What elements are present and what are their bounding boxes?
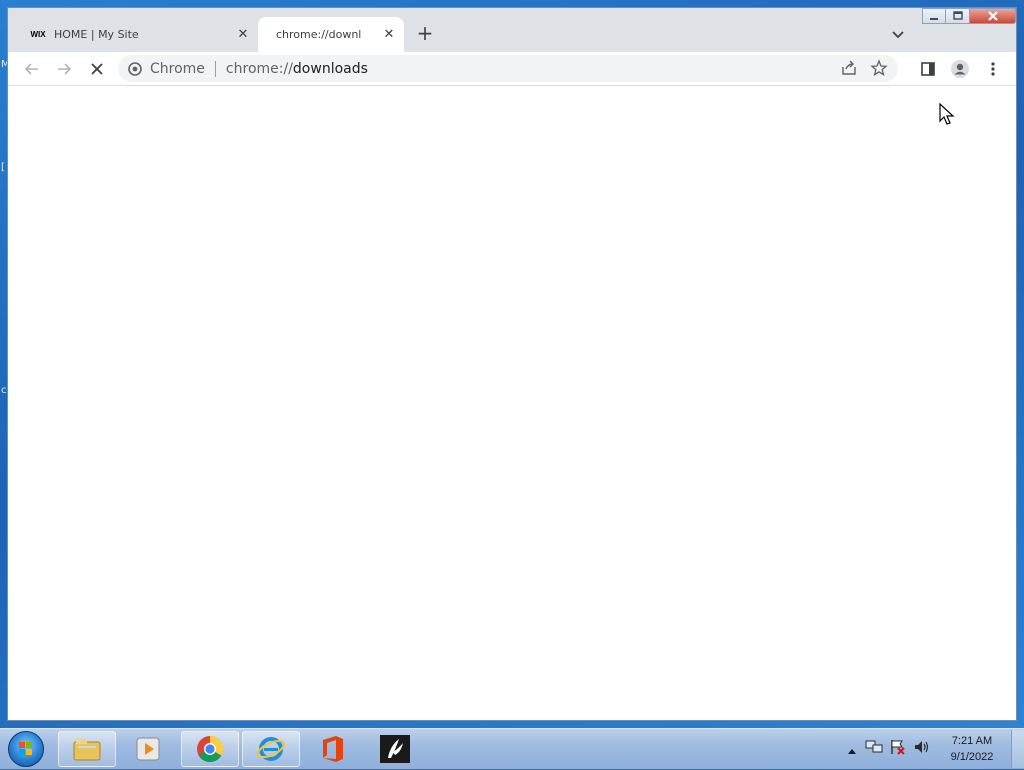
- windows-explorer-taskbar-icon[interactable]: [58, 731, 116, 767]
- windows-taskbar: 7:21 AM 9/1/2022: [0, 728, 1024, 769]
- start-button-orb[interactable]: [8, 731, 44, 767]
- back-arrow-icon[interactable]: [22, 59, 42, 79]
- browser-toolbar: Chrome chrome://downloads: [8, 52, 1016, 86]
- omnibox-divider: [214, 60, 216, 77]
- show-hidden-icons-chevron-icon[interactable]: [847, 740, 857, 759]
- mouse-cursor-icon: [939, 102, 955, 131]
- browser-window: WIX HOME | My Site ✕ chrome://downl ✕ +: [7, 7, 1017, 721]
- url-text: chrome://downloads: [226, 61, 368, 77]
- taskbar-clock[interactable]: 7:21 AM 9/1/2022: [937, 733, 1007, 765]
- google-chrome-taskbar-icon[interactable]: [181, 731, 239, 767]
- show-desktop-button[interactable]: [1011, 730, 1024, 768]
- url-path: downloads: [292, 60, 368, 77]
- network-icon[interactable]: [865, 739, 883, 759]
- tab-search-chevron-icon[interactable]: [888, 24, 908, 44]
- tab-title: HOME | My Site: [54, 28, 139, 41]
- restore-button[interactable]: [946, 8, 970, 24]
- chrome-logo-icon: [128, 61, 142, 76]
- chip-label: Chrome: [150, 60, 205, 77]
- forward-arrow-icon[interactable]: [54, 59, 74, 79]
- close-tab-icon[interactable]: ✕: [234, 26, 252, 44]
- microsoft-office-taskbar-icon[interactable]: [304, 731, 362, 767]
- pinned-app-taskbar-icon[interactable]: [366, 731, 424, 767]
- new-tab-button[interactable]: +: [413, 22, 437, 46]
- tab-strip: WIX HOME | My Site ✕ chrome://downl ✕ +: [8, 8, 1016, 52]
- close-tab-icon[interactable]: ✕: [380, 26, 398, 44]
- side-panel-icon[interactable]: [918, 59, 938, 79]
- share-icon[interactable]: [840, 59, 858, 81]
- stop-x-icon[interactable]: [87, 59, 107, 79]
- window-controls: [922, 8, 1016, 26]
- action-center-flag-icon[interactable]: [889, 739, 907, 759]
- chrome-menu-kebab-icon[interactable]: [983, 59, 1003, 79]
- url-host: chrome://: [225, 60, 293, 77]
- clock-time: 7:21 AM: [951, 735, 993, 747]
- bookmark-star-icon[interactable]: [870, 59, 888, 81]
- minimize-button[interactable]: [922, 8, 946, 24]
- tab-downloads[interactable]: chrome://downl ✕: [258, 17, 404, 52]
- wix-favicon-icon: WIX: [30, 30, 46, 39]
- profile-avatar-icon[interactable]: [950, 59, 970, 79]
- internet-explorer-taskbar-icon[interactable]: [242, 731, 300, 767]
- tab-title: chrome://downl: [276, 28, 362, 41]
- chrome-security-chip[interactable]: Chrome: [128, 61, 205, 77]
- desktop-edge-label: c: [1, 385, 7, 396]
- clock-date: 9/1/2022: [950, 751, 994, 763]
- window-close-button[interactable]: [970, 8, 1016, 24]
- media-player-taskbar-icon[interactable]: [119, 731, 177, 767]
- tab-home-my-site[interactable]: WIX HOME | My Site ✕: [20, 17, 258, 52]
- page-content-blank: [8, 86, 1016, 720]
- address-bar[interactable]: Chrome chrome://downloads: [118, 55, 898, 82]
- desktop-edge-label: [: [1, 162, 5, 173]
- volume-speaker-icon[interactable]: [913, 739, 931, 759]
- system-tray: 7:21 AM 9/1/2022: [847, 729, 1024, 769]
